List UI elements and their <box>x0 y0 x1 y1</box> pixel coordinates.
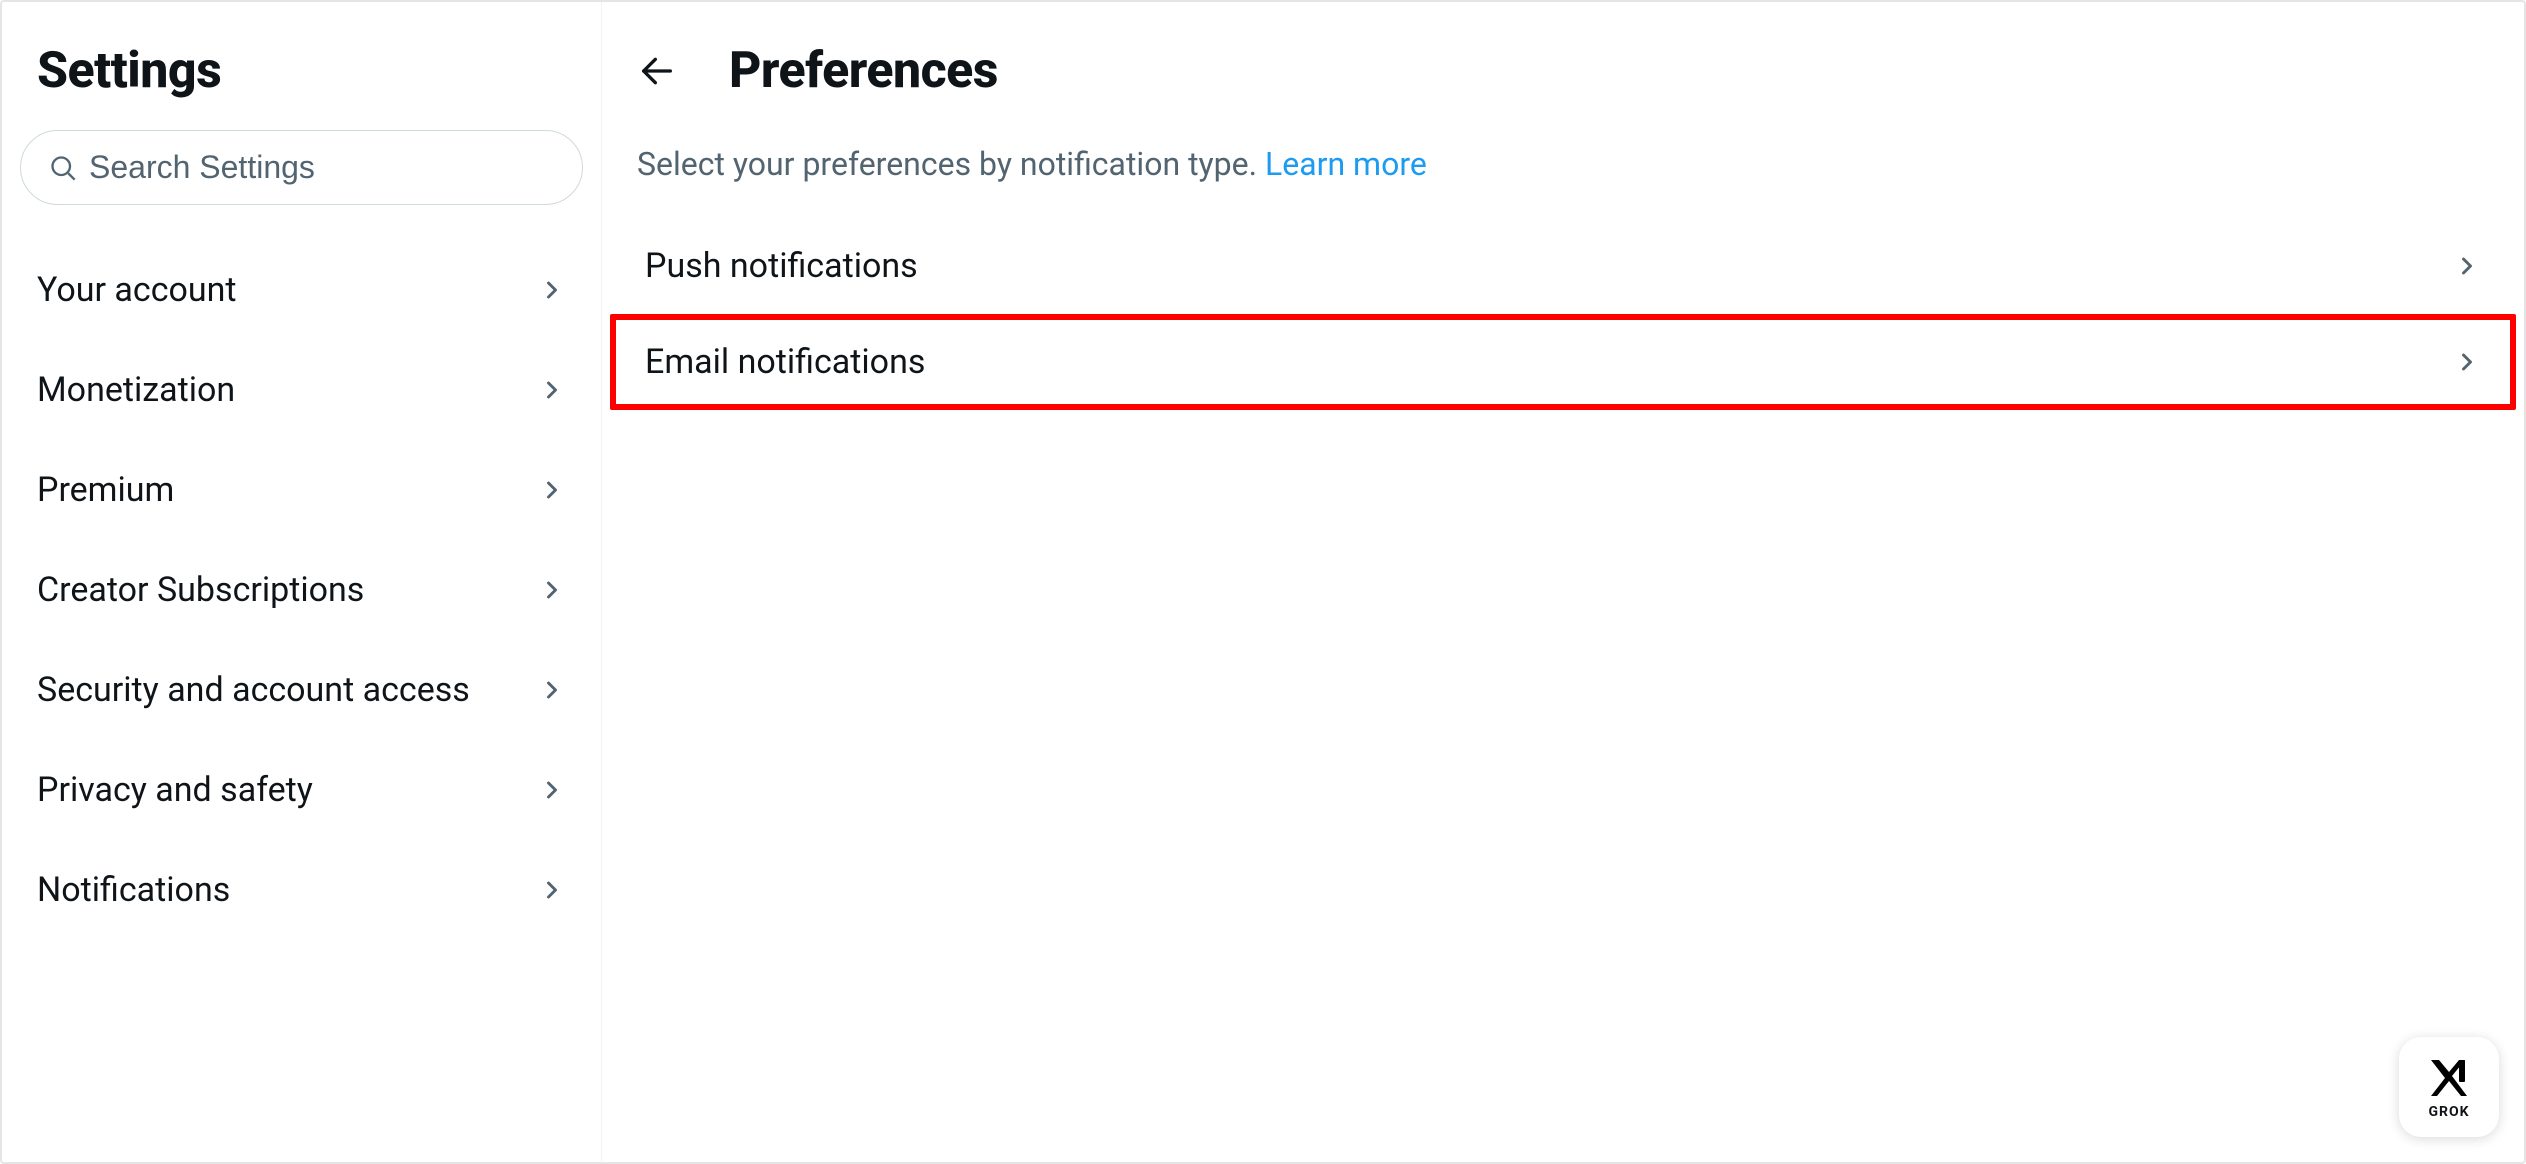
sidebar-item-security[interactable]: Security and account access <box>2 640 601 740</box>
learn-more-link[interactable]: Learn more <box>1265 145 1427 183</box>
sidebar-item-label: Security and account access <box>37 670 470 710</box>
chevron-right-icon <box>2453 348 2481 376</box>
settings-sidebar: Settings Your account Monetization Premi… <box>2 2 602 1162</box>
grok-badge[interactable]: GROK <box>2399 1037 2499 1137</box>
sidebar-item-creator-subscriptions[interactable]: Creator Subscriptions <box>2 540 601 640</box>
chevron-right-icon <box>538 676 566 704</box>
sidebar-item-label: Creator Subscriptions <box>37 570 364 610</box>
main-content: Preferences Select your preferences by n… <box>602 2 2524 1162</box>
chevron-right-icon <box>538 476 566 504</box>
chevron-right-icon <box>538 376 566 404</box>
sidebar-item-label: Your account <box>37 270 237 310</box>
search-input[interactable] <box>89 149 554 186</box>
sidebar-item-label: Notifications <box>37 870 230 910</box>
sidebar-item-privacy[interactable]: Privacy and safety <box>2 740 601 840</box>
page-description: Select your preferences by notification … <box>602 130 2524 218</box>
sidebar-item-premium[interactable]: Premium <box>2 440 601 540</box>
app-container: Settings Your account Monetization Premi… <box>0 0 2526 1164</box>
sidebar-item-label: Monetization <box>37 370 235 410</box>
sidebar-item-label: Privacy and safety <box>37 770 313 810</box>
chevron-right-icon <box>538 276 566 304</box>
search-icon <box>49 154 77 182</box>
arrow-left-icon <box>637 51 677 91</box>
pref-item-push-notifications[interactable]: Push notifications <box>610 218 2516 314</box>
sidebar-item-monetization[interactable]: Monetization <box>2 340 601 440</box>
pref-item-email-notifications[interactable]: Email notifications <box>610 314 2516 410</box>
main-header: Preferences <box>602 22 2524 130</box>
grok-logo-icon <box>2425 1054 2473 1102</box>
settings-nav-list: Your account Monetization Premium Creato… <box>2 240 601 940</box>
sidebar-item-your-account[interactable]: Your account <box>2 240 601 340</box>
chevron-right-icon <box>538 776 566 804</box>
grok-label: GROK <box>2428 1104 2469 1120</box>
chevron-right-icon <box>538 576 566 604</box>
settings-title: Settings <box>2 22 601 130</box>
sidebar-item-notifications[interactable]: Notifications <box>2 840 601 940</box>
search-box[interactable] <box>20 130 583 205</box>
chevron-right-icon <box>2453 252 2481 280</box>
pref-item-label: Push notifications <box>645 246 918 286</box>
search-wrapper <box>2 130 601 240</box>
description-text: Select your preferences by notification … <box>637 145 1265 183</box>
page-title: Preferences <box>729 42 998 100</box>
sidebar-item-label: Premium <box>37 470 174 510</box>
chevron-right-icon <box>538 876 566 904</box>
pref-item-label: Email notifications <box>645 342 925 382</box>
back-button[interactable] <box>637 51 677 91</box>
preferences-list: Push notifications Email notifications <box>602 218 2524 410</box>
